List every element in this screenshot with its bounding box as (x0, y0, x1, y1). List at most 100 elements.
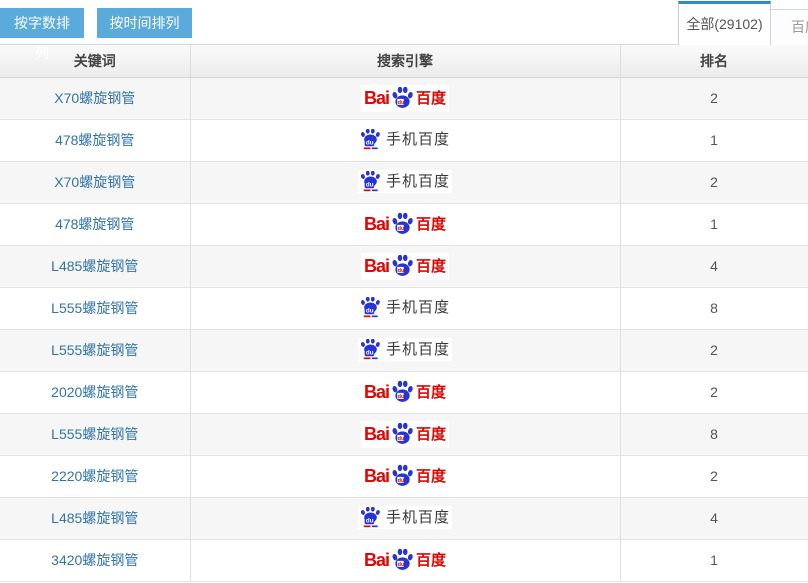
search-engine-cell: du 手机百度 (190, 119, 620, 161)
keyword-cell: 2020螺旋钢管 (0, 371, 190, 413)
mobile-baidu-label: 手机百度 (386, 174, 450, 189)
baidu-logo-bai-text: Bai (364, 425, 389, 443)
keyword-link[interactable]: 2020螺旋钢管 (51, 384, 138, 400)
svg-text:du: du (398, 267, 405, 273)
keyword-cell: X70螺旋钢管 (0, 161, 190, 203)
sort-by-time-button[interactable]: 按时间排列 (97, 8, 192, 38)
keyword-cell: L555螺旋钢管 (0, 413, 190, 455)
rank-cell: 4 (620, 245, 808, 287)
table-row: 478螺旋钢管 du 手机百度 1 (0, 119, 808, 161)
table-row: L555螺旋钢管 du 手机百度 2 (0, 329, 808, 371)
sort-by-charcount-button[interactable]: 按字数排列 (0, 8, 84, 38)
search-engine-cell: du 手机百度 (190, 287, 620, 329)
keyword-cell: X70螺旋钢管 (0, 77, 190, 119)
svg-text:du: du (398, 393, 405, 399)
mobile-baidu-logo: du 手机百度 (358, 506, 452, 529)
keyword-cell: L555螺旋钢管 (0, 287, 190, 329)
table-header-row: 关键词 搜索引擎 排名 (0, 45, 808, 77)
baidu-logo-cn-text: 百度 (416, 469, 446, 484)
keyword-link[interactable]: 2220螺旋钢管 (51, 468, 138, 484)
search-engine-cell: du 手机百度 (190, 329, 620, 371)
table-row: L555螺旋钢管 du 手机百度 8 (0, 287, 808, 329)
svg-text:du: du (366, 139, 374, 146)
baidu-logo-cn-text: 百度 (416, 427, 446, 442)
keyword-link[interactable]: 478螺旋钢管 (55, 216, 134, 232)
keyword-link[interactable]: L485螺旋钢管 (51, 510, 138, 526)
baidu-paw-icon: du (390, 422, 415, 445)
ranking-table: 关键词 搜索引擎 排名 X70螺旋钢管 Bai du 百度 2478螺旋钢管 d (0, 45, 808, 582)
baidu-logo-bai-text: Bai (364, 551, 389, 569)
rank-cell: 4 (620, 497, 808, 539)
mobile-baidu-logo: du 手机百度 (358, 296, 452, 319)
baidu-paw-icon: du (390, 86, 415, 109)
keyword-cell: L485螺旋钢管 (0, 245, 190, 287)
baidu-logo: Bai du 百度 (361, 463, 449, 490)
baidu-logo: Bai du 百度 (361, 85, 449, 112)
keyword-cell: L555螺旋钢管 (0, 329, 190, 371)
tab-baidu[interactable]: 百度 (770, 9, 808, 45)
search-engine-cell: du 手机百度 (190, 161, 620, 203)
search-engine-cell: Bai du 百度 (190, 371, 620, 413)
keyword-link[interactable]: X70螺旋钢管 (54, 174, 135, 190)
header-rank: 排名 (620, 45, 808, 77)
keyword-link[interactable]: L555螺旋钢管 (51, 300, 138, 316)
baidu-logo-bai-text: Bai (364, 89, 389, 107)
search-engine-cell: Bai du 百度 (190, 455, 620, 497)
table-row: X70螺旋钢管 du 手机百度 2 (0, 161, 808, 203)
svg-text:du: du (366, 181, 374, 188)
mobile-baidu-logo: du 手机百度 (358, 170, 452, 193)
svg-text:du: du (398, 99, 405, 105)
svg-text:du: du (366, 517, 374, 524)
baidu-logo-bai-text: Bai (364, 257, 389, 275)
mobile-baidu-label: 手机百度 (386, 132, 450, 147)
table-row: L555螺旋钢管 Bai du 百度 8 (0, 413, 808, 455)
keyword-link[interactable]: 3420螺旋钢管 (51, 552, 138, 568)
mobile-baidu-app-icon: du (360, 507, 381, 528)
rank-cell: 1 (620, 539, 808, 581)
keyword-cell: L485螺旋钢管 (0, 497, 190, 539)
baidu-logo: Bai du 百度 (361, 253, 449, 280)
mobile-baidu-app-icon: du (360, 297, 381, 318)
table-row: 478螺旋钢管 Bai du 百度 1 (0, 203, 808, 245)
baidu-logo-bai-text: Bai (364, 467, 389, 485)
header-keyword: 关键词 (0, 45, 190, 77)
keyword-cell: 3420螺旋钢管 (0, 539, 190, 581)
baidu-logo: Bai du 百度 (361, 421, 449, 448)
mobile-baidu-app-icon: du (360, 129, 381, 150)
baidu-paw-icon: du (390, 254, 415, 277)
keyword-link[interactable]: 478螺旋钢管 (55, 132, 134, 148)
search-engine-cell: Bai du 百度 (190, 203, 620, 245)
baidu-logo-cn-text: 百度 (416, 385, 446, 400)
svg-text:du: du (366, 307, 374, 314)
search-engine-cell: Bai du 百度 (190, 413, 620, 455)
tab-all[interactable]: 全部(29102) (678, 1, 771, 45)
keyword-link[interactable]: L485螺旋钢管 (51, 258, 138, 274)
mobile-baidu-app-icon: du (360, 339, 381, 360)
keyword-link[interactable]: L555螺旋钢管 (51, 342, 138, 358)
baidu-logo: Bai du 百度 (361, 547, 449, 574)
svg-text:du: du (366, 349, 374, 356)
baidu-paw-icon: du (390, 464, 415, 487)
keyword-link[interactable]: X70螺旋钢管 (54, 90, 135, 106)
table-row: 2220螺旋钢管 Bai du 百度 2 (0, 455, 808, 497)
mobile-baidu-label: 手机百度 (386, 300, 450, 315)
baidu-paw-icon: du (390, 380, 415, 403)
svg-text:du: du (398, 477, 405, 483)
svg-text:du: du (398, 225, 405, 231)
svg-text:du: du (398, 561, 405, 567)
rank-cell: 2 (620, 77, 808, 119)
rank-cell: 8 (620, 287, 808, 329)
baidu-logo: Bai du 百度 (361, 211, 449, 238)
baidu-logo-cn-text: 百度 (416, 259, 446, 274)
rank-cell: 1 (620, 203, 808, 245)
keyword-ranking-page: 按字数排列 按时间排列 全部(29102) 百度 关键词 搜索引擎 排名 X70… (0, 0, 808, 583)
mobile-baidu-app-icon: du (360, 171, 381, 192)
search-engine-cell: du 手机百度 (190, 497, 620, 539)
baidu-logo-bai-text: Bai (364, 215, 389, 233)
rank-cell: 8 (620, 413, 808, 455)
rank-cell: 2 (620, 371, 808, 413)
keyword-link[interactable]: L555螺旋钢管 (51, 426, 138, 442)
search-engine-cell: Bai du 百度 (190, 539, 620, 581)
mobile-baidu-label: 手机百度 (386, 342, 450, 357)
baidu-logo: Bai du 百度 (361, 379, 449, 406)
